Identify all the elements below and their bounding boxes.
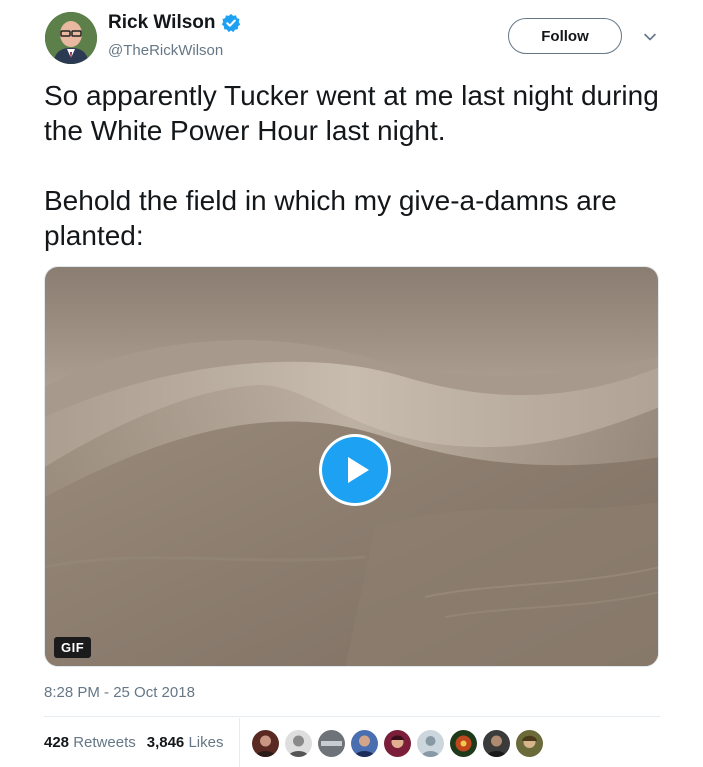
liker-avatar[interactable] bbox=[516, 730, 543, 757]
author-name-text: Rick Wilson bbox=[108, 12, 216, 33]
tweet-timestamp[interactable]: 8:28 PM - 25 Oct 2018 bbox=[44, 684, 195, 701]
author-handle[interactable]: @TheRickWilson bbox=[108, 42, 223, 59]
liker-avatar[interactable] bbox=[285, 730, 312, 757]
liker-avatar[interactable] bbox=[450, 730, 477, 757]
retweets-label: Retweets bbox=[73, 734, 136, 751]
liker-avatar[interactable] bbox=[384, 730, 411, 757]
chevron-down-icon[interactable] bbox=[643, 30, 657, 44]
liker-photo bbox=[318, 730, 345, 757]
liker-photo bbox=[252, 730, 279, 757]
liker-photo bbox=[384, 730, 411, 757]
liker-photo bbox=[516, 730, 543, 757]
liker-avatar[interactable] bbox=[417, 730, 444, 757]
liker-photo bbox=[417, 730, 444, 757]
liker-photo bbox=[351, 730, 378, 757]
tweet-paragraph: So apparently Tucker went at me last nig… bbox=[44, 80, 659, 146]
retweets-stat[interactable]: 428 Retweets bbox=[44, 734, 136, 751]
tweet-paragraph: Behold the field in which my give-a-damn… bbox=[44, 185, 617, 251]
gif-media[interactable]: GIF bbox=[44, 266, 659, 667]
stats-separator bbox=[239, 718, 240, 767]
liker-photo bbox=[483, 730, 510, 757]
tweet-stats: 428 Retweets 3,846 Likes bbox=[44, 734, 223, 751]
play-icon bbox=[322, 437, 388, 503]
author-display-name[interactable]: Rick Wilson bbox=[108, 12, 241, 34]
verified-badge-icon bbox=[221, 13, 240, 33]
retweets-count: 428 bbox=[44, 734, 70, 751]
liker-avatar[interactable] bbox=[483, 730, 510, 757]
liker-photo bbox=[450, 730, 477, 757]
divider bbox=[44, 716, 660, 717]
likes-count: 3,846 bbox=[146, 734, 185, 751]
tweet-text: So apparently Tucker went at me last nig… bbox=[44, 78, 664, 253]
liker-avatar[interactable] bbox=[318, 730, 345, 757]
likes-stat[interactable]: 3,846 Likes bbox=[147, 734, 224, 751]
play-button[interactable] bbox=[319, 434, 391, 506]
likes-label: Likes bbox=[188, 734, 224, 751]
avatar-photo bbox=[45, 12, 97, 64]
liker-avatars bbox=[252, 730, 543, 757]
follow-button[interactable]: Follow bbox=[508, 18, 622, 54]
liker-avatar[interactable] bbox=[351, 730, 378, 757]
gif-badge: GIF bbox=[54, 637, 92, 658]
liker-photo bbox=[285, 730, 312, 757]
author-avatar[interactable] bbox=[45, 12, 97, 64]
liker-avatar[interactable] bbox=[252, 730, 279, 757]
